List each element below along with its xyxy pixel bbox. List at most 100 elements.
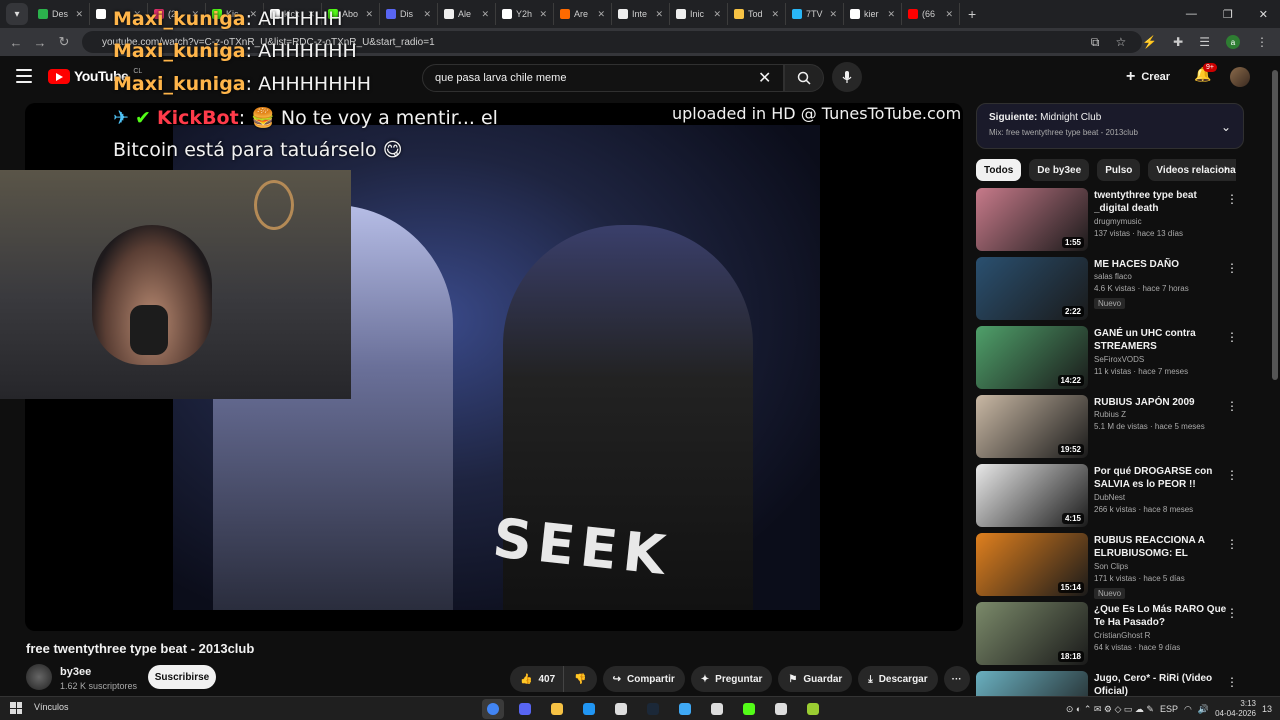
video-thumbnail[interactable]: 1:55 — [976, 188, 1088, 251]
more-actions-button[interactable]: ··· — [943, 666, 970, 692]
close-tab-icon[interactable]: ✕ — [887, 9, 895, 20]
download-button[interactable]: ⤓ Descargar — [858, 666, 938, 692]
close-tab-icon[interactable]: ✕ — [597, 9, 605, 20]
app-icon[interactable] — [674, 699, 696, 719]
browser-tab[interactable]: Tod ✕ — [728, 3, 786, 25]
browser-tab[interactable]: Dis ✕ — [380, 3, 438, 25]
video-thumbnail[interactable]: 14:22 — [976, 326, 1088, 389]
more-vertical-icon[interactable]: ⋮ — [1226, 399, 1238, 413]
recommended-video[interactable]: 14:22 GANÉ un UHC contra STREAMERS SeFirox… — [976, 326, 1246, 394]
search-input[interactable]: que pasa larva chile meme — [422, 64, 784, 92]
windows-start-icon[interactable] — [10, 702, 22, 714]
channel-name[interactable]: by3ee — [60, 666, 91, 678]
steam-icon[interactable] — [642, 699, 664, 719]
wifi-icon[interactable]: ◠ — [1184, 704, 1192, 715]
language-indicator[interactable]: ESP — [1160, 704, 1178, 714]
clear-search-icon[interactable]: ✕ — [758, 68, 771, 88]
recommended-video[interactable]: 18:18 ¿Que Es Lo Más RARO Que Te Ha Pasad… — [976, 602, 1246, 670]
channel-name[interactable]: salas flaco — [1094, 272, 1132, 281]
notification-center-count[interactable]: 13 — [1262, 704, 1272, 714]
channel-name[interactable]: Rubius Z — [1094, 410, 1126, 419]
share-button[interactable]: ↪ Compartir — [602, 666, 685, 692]
video-thumbnail[interactable]: 19:52 — [976, 395, 1088, 458]
channel-name[interactable]: Son Clips — [1094, 562, 1128, 571]
bookmark-star-icon[interactable]: ☆ — [1115, 35, 1126, 49]
filter-chip[interactable]: Todos — [976, 159, 1022, 181]
video-title[interactable]: ¿Que Es Lo Más RARO Que Te Ha Pasado? — [1094, 603, 1230, 629]
puzzle-icon[interactable]: ✚ — [1173, 35, 1183, 49]
profile-avatar[interactable]: a — [1226, 35, 1240, 49]
chevron-right-icon[interactable]: › — [1224, 163, 1228, 175]
video-thumbnail[interactable]: 18:18 — [976, 602, 1088, 665]
channel-name[interactable]: drugmymusic — [1094, 217, 1142, 226]
browser-tab[interactable]: Are ✕ — [554, 3, 612, 25]
video-thumbnail[interactable]: 15:14 — [976, 533, 1088, 596]
up-next-mix-panel[interactable]: Siguiente: Midnight Club Mix: free twent… — [976, 103, 1244, 149]
browser-tab[interactable]: Inte ✕ — [612, 3, 670, 25]
account-avatar[interactable] — [1230, 67, 1250, 87]
video-title[interactable]: ME HACES DAÑO — [1094, 258, 1230, 271]
filter-chip[interactable]: Videos relacionados — [1148, 159, 1236, 181]
like-button[interactable]: 👍 407 — [510, 666, 564, 692]
more-vertical-icon[interactable]: ⋮ — [1226, 468, 1238, 482]
recommended-video[interactable]: 2:22 ME HACES DAÑO salas flaco 4.6 K vistas… — [976, 257, 1246, 325]
menu-icon[interactable] — [16, 69, 32, 83]
minimize-button[interactable]: — — [1186, 8, 1197, 20]
save-button[interactable]: ⚑ Guardar — [778, 666, 853, 692]
browser-tab[interactable]: 7TV ✕ — [786, 3, 844, 25]
close-tab-icon[interactable]: ✕ — [539, 9, 547, 20]
new-tab-button[interactable]: + — [960, 6, 984, 22]
reload-icon[interactable]: ↻ — [52, 34, 76, 50]
discord-icon[interactable] — [514, 699, 536, 719]
video-title[interactable]: Jugo, Cero* - RiRi (Video Oficial) — [1094, 672, 1230, 698]
video-title[interactable]: RUBIUS JAPÓN 2009 — [1094, 396, 1230, 409]
chrome-icon[interactable] — [482, 699, 504, 719]
more-vertical-icon[interactable]: ⋮ — [1226, 537, 1238, 551]
reading-list-icon[interactable]: ☰ — [1199, 35, 1210, 49]
video-title[interactable]: Por qué DROGARSE con SALVIA es lo PEOR !… — [1094, 465, 1230, 491]
more-vertical-icon[interactable]: ⋮ — [1226, 330, 1238, 344]
more-vertical-icon[interactable]: ⋮ — [1226, 261, 1238, 275]
close-tab-icon[interactable]: ✕ — [75, 9, 83, 20]
close-tab-icon[interactable]: ✕ — [945, 9, 953, 20]
channel-name[interactable]: SeFiroxVODS — [1094, 355, 1144, 364]
browser-tab[interactable]: Y2h ✕ — [496, 3, 554, 25]
filter-chip[interactable]: Pulso — [1097, 159, 1141, 181]
links-toolbar-label[interactable]: Vínculos — [34, 702, 69, 712]
chevron-down-icon[interactable]: ⌄ — [1221, 120, 1231, 134]
dislike-button[interactable]: 👎 — [563, 666, 597, 692]
close-tab-icon[interactable]: ✕ — [481, 9, 489, 20]
close-tab-icon[interactable]: ✕ — [713, 9, 721, 20]
tab-search-button[interactable]: ▾ — [6, 3, 28, 25]
more-vertical-icon[interactable]: ⋮ — [1226, 192, 1238, 206]
obs-icon[interactable] — [706, 699, 728, 719]
channel-name[interactable]: DubNest — [1094, 493, 1125, 502]
close-tab-icon[interactable]: ✕ — [423, 9, 431, 20]
install-icon[interactable]: ⧉ — [1091, 35, 1100, 50]
browser-menu-icon[interactable]: ⋮ — [1256, 35, 1268, 49]
more-vertical-icon[interactable]: ⋮ — [1226, 606, 1238, 620]
extension-icon[interactable]: ⚡ — [1142, 35, 1157, 49]
browser-tab[interactable]: (66 ✕ — [902, 3, 960, 25]
video-title[interactable]: RUBIUS REACCIONA A ELRUBIUSOMG: EL YOUTU… — [1094, 534, 1230, 560]
video-title[interactable]: GANÉ un UHC contra STREAMERS — [1094, 327, 1230, 353]
filter-chip[interactable]: De by3ee — [1029, 159, 1090, 181]
close-tab-icon[interactable]: ✕ — [655, 9, 663, 20]
recommended-video[interactable]: 19:52 RUBIUS JAPÓN 2009 Rubius Z 5.1 M de v… — [976, 395, 1246, 463]
recommended-video[interactable]: 4:15 Por qué DROGARSE con SALVIA es lo PE… — [976, 464, 1246, 532]
more-vertical-icon[interactable]: ⋮ — [1226, 675, 1238, 689]
close-tab-icon[interactable]: ✕ — [365, 9, 373, 20]
channel-name[interactable]: CristianGhost R — [1094, 631, 1150, 640]
kick-icon[interactable] — [738, 699, 760, 719]
channel-avatar[interactable] — [26, 664, 52, 690]
close-tab-icon[interactable]: ✕ — [771, 9, 779, 20]
volume-icon[interactable]: 🔊 — [1198, 704, 1209, 715]
recommended-video[interactable]: 15:14 RUBIUS REACCIONA A ELRUBIUSOMG: EL … — [976, 533, 1246, 601]
maximize-button[interactable]: ❐ — [1223, 8, 1233, 21]
video-thumbnail[interactable]: 4:15 — [976, 464, 1088, 527]
video-title[interactable]: twentythree type beat _digital death — [1094, 189, 1230, 215]
terminal-icon[interactable] — [802, 699, 824, 719]
forward-icon[interactable]: → — [28, 35, 52, 50]
subscribe-button[interactable]: Suscribirse — [148, 665, 216, 689]
calculator-icon[interactable] — [578, 699, 600, 719]
